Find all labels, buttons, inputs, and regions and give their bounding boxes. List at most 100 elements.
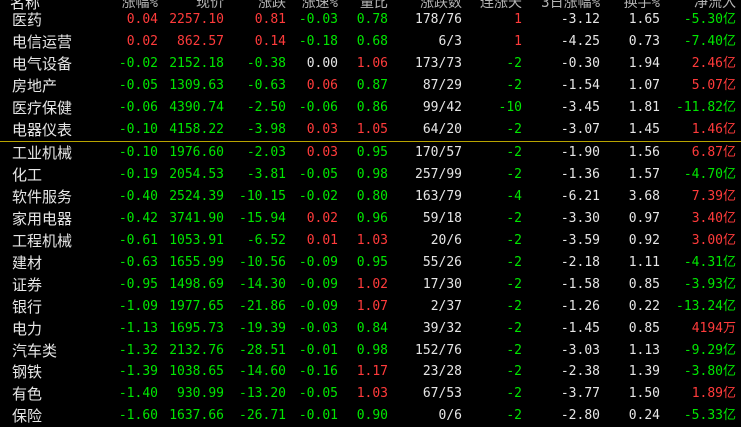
cell-consec-up: -2 <box>506 145 522 161</box>
cell-volume-ratio: 0.78 <box>356 12 388 27</box>
cell-up-down: 6/3 <box>438 33 462 49</box>
cell-up-down: 87/29 <box>422 77 462 93</box>
table-row[interactable]: 电气设备 -0.02 2152.18 -0.38 0.00 1.06 173/73 -2 -0.… <box>0 53 741 75</box>
cell-price: 2054.53 <box>169 167 224 183</box>
cell-price: 1637.66 <box>169 408 224 424</box>
cell-consec-up: -2 <box>506 55 522 71</box>
cell-net-inflow: -11.82亿 <box>676 99 736 115</box>
cell-turnover: 0.85 <box>628 276 660 292</box>
table-row[interactable]: 软件服务 -0.40 2524.39 -10.15 -0.02 0.80 163/79 -4 -… <box>0 186 741 208</box>
cell-turnover: 1.81 <box>628 99 660 115</box>
sector-name: 电气设备 <box>12 54 73 73</box>
cell-volume-ratio: 1.03 <box>356 386 388 402</box>
cell-volume-ratio: 0.87 <box>356 77 388 93</box>
cell-volume-ratio: 0.68 <box>356 33 388 49</box>
table-row[interactable]: 银行 -1.09 1977.65 -21.86 -0.09 1.07 2/37 -2 -1.26… <box>0 296 741 318</box>
cell-turnover: 1.56 <box>628 145 660 161</box>
cell-change: -6.52 <box>246 233 286 248</box>
cell-change: -3.81 <box>246 167 286 183</box>
cell-up-down: 39/32 <box>422 320 462 336</box>
cell-change: 0.81 <box>254 12 286 27</box>
cell-turnover: 1.94 <box>628 55 660 71</box>
cell-price: 3741.90 <box>169 211 224 227</box>
table-row[interactable]: 工业机械 -0.10 1976.60 -2.03 0.03 0.95 170/57 -2 -1.… <box>0 142 741 164</box>
cell-consec-up: -4 <box>506 189 522 205</box>
cell-volume-ratio: 0.95 <box>356 254 388 270</box>
sector-name: 软件服务 <box>12 188 73 207</box>
cell-change-3d: -0.30 <box>560 55 600 71</box>
cell-up-down: 152/76 <box>415 342 462 358</box>
sector-name: 证券 <box>12 275 43 294</box>
cell-change: -0.38 <box>246 55 286 71</box>
sector-name: 银行 <box>12 297 43 316</box>
cell-change-3d: -1.45 <box>560 320 600 336</box>
cell-change: -2.50 <box>246 99 286 115</box>
cell-change-3d: -1.36 <box>560 167 600 183</box>
table-row[interactable]: 证券 -0.95 1498.69 -14.30 -0.09 1.02 17/30 -2 -1.5… <box>0 274 741 296</box>
cell-consec-up: 1 <box>514 33 522 49</box>
cell-speed: -0.02 <box>298 189 338 205</box>
table-row[interactable]: 医药 0.04 2257.10 0.81 -0.03 0.78 178/76 1 -3.12 1.… <box>0 9 741 31</box>
cell-turnover: 1.07 <box>628 77 660 93</box>
cell-change-pct: 0.02 <box>126 33 158 49</box>
table-row[interactable]: 电信运营 0.02 862.57 0.14 -0.18 0.68 6/3 1 -4.25 0.73… <box>0 31 741 53</box>
cell-net-inflow: -9.29亿 <box>683 342 736 358</box>
cell-consec-up: -2 <box>506 386 522 402</box>
table-row[interactable]: 房地产 -0.05 1309.63 -0.63 0.06 0.87 87/29 -2 -1.54… <box>0 75 741 97</box>
cell-turnover: 0.73 <box>628 33 660 49</box>
cell-net-inflow: 7.39亿 <box>691 189 736 205</box>
cell-speed: -0.09 <box>298 298 338 314</box>
cell-up-down: 257/99 <box>415 167 462 183</box>
cell-net-inflow: 2.46亿 <box>691 55 736 71</box>
sector-name: 家用电器 <box>12 210 73 229</box>
cell-change-pct: -1.32 <box>118 342 158 358</box>
table-row[interactable]: 医疗保健 -0.06 4390.74 -2.50 -0.06 0.86 99/42 -10 -3… <box>0 97 741 119</box>
cell-turnover: 1.13 <box>628 342 660 358</box>
cell-change-3d: -6.21 <box>560 189 600 205</box>
cell-turnover: 1.11 <box>628 254 660 270</box>
table-row[interactable]: 电力 -1.13 1695.73 -19.39 -0.03 0.84 39/32 -2 -1.4… <box>0 318 741 340</box>
table-row[interactable]: 汽车类 -1.32 2132.76 -28.51 -0.01 0.98 152/76 -2 -3… <box>0 340 741 362</box>
cell-net-inflow: 5.07亿 <box>691 77 736 93</box>
cell-price: 1695.73 <box>169 320 224 336</box>
cell-change-3d: -3.03 <box>560 342 600 358</box>
cell-change-pct: -0.19 <box>118 167 158 183</box>
table-row[interactable]: 建材 -0.63 1655.99 -10.56 -0.09 0.95 55/26 -2 -2.1… <box>0 252 741 274</box>
table-row[interactable]: 钢铁 -1.39 1038.65 -14.60 -0.16 1.17 23/28 -2 -2.3… <box>0 361 741 383</box>
table-row[interactable]: 有色 -1.40 930.99 -13.20 -0.05 1.03 67/53 -2 -3.77… <box>0 383 741 405</box>
cell-volume-ratio: 0.86 <box>356 99 388 115</box>
cell-up-down: 170/57 <box>415 145 462 161</box>
cell-change-pct: -1.13 <box>118 320 158 336</box>
cell-price: 4158.22 <box>169 121 224 137</box>
cell-up-down: 55/26 <box>422 254 462 270</box>
cell-turnover: 1.45 <box>628 121 660 137</box>
table-row[interactable]: 工程机械 -0.61 1053.91 -6.52 0.01 1.03 20/6 -2 -3.59… <box>0 230 741 252</box>
cell-change-pct: -0.61 <box>118 233 158 248</box>
sector-name: 医药 <box>12 11 43 29</box>
table-row[interactable]: 电器仪表 -0.10 4158.22 -3.98 0.03 1.05 64/20 -2 -3.0… <box>0 119 741 141</box>
cell-consec-up: 1 <box>514 12 522 27</box>
cell-up-down: 0/6 <box>438 408 462 424</box>
table-row[interactable]: 家用电器 -0.42 3741.90 -15.94 0.02 0.96 59/18 -2 -3.… <box>0 208 741 230</box>
cell-consec-up: -2 <box>506 320 522 336</box>
cell-change-3d: -2.80 <box>560 408 600 424</box>
cell-consec-up: -2 <box>506 298 522 314</box>
cell-change-3d: -3.07 <box>560 121 600 137</box>
cell-net-inflow: 1.46亿 <box>691 121 736 137</box>
table-row[interactable]: 化工 -0.19 2054.53 -3.81 -0.05 0.98 257/99 -2 -1.3… <box>0 164 741 186</box>
cell-volume-ratio: 0.84 <box>356 320 388 336</box>
cell-volume-ratio: 0.96 <box>356 211 388 227</box>
cell-volume-ratio: 1.17 <box>356 364 388 380</box>
cell-change-pct: -0.95 <box>118 276 158 292</box>
cell-speed: 0.03 <box>306 145 338 161</box>
cell-speed: 0.03 <box>306 121 338 137</box>
cell-change-3d: -3.45 <box>560 99 600 115</box>
cell-change-3d: -3.59 <box>560 233 600 248</box>
cell-change: -28.51 <box>239 342 286 358</box>
cell-up-down: 64/20 <box>422 121 462 137</box>
cell-volume-ratio: 0.98 <box>356 167 388 183</box>
cell-change-pct: -0.63 <box>118 254 158 270</box>
cell-net-inflow: -7.40亿 <box>683 33 736 49</box>
table-row[interactable]: 保险 -1.60 1637.66 -26.71 -0.01 0.90 0/6 -2 -2.80 0… <box>0 405 741 427</box>
cell-turnover: 1.65 <box>628 12 660 27</box>
